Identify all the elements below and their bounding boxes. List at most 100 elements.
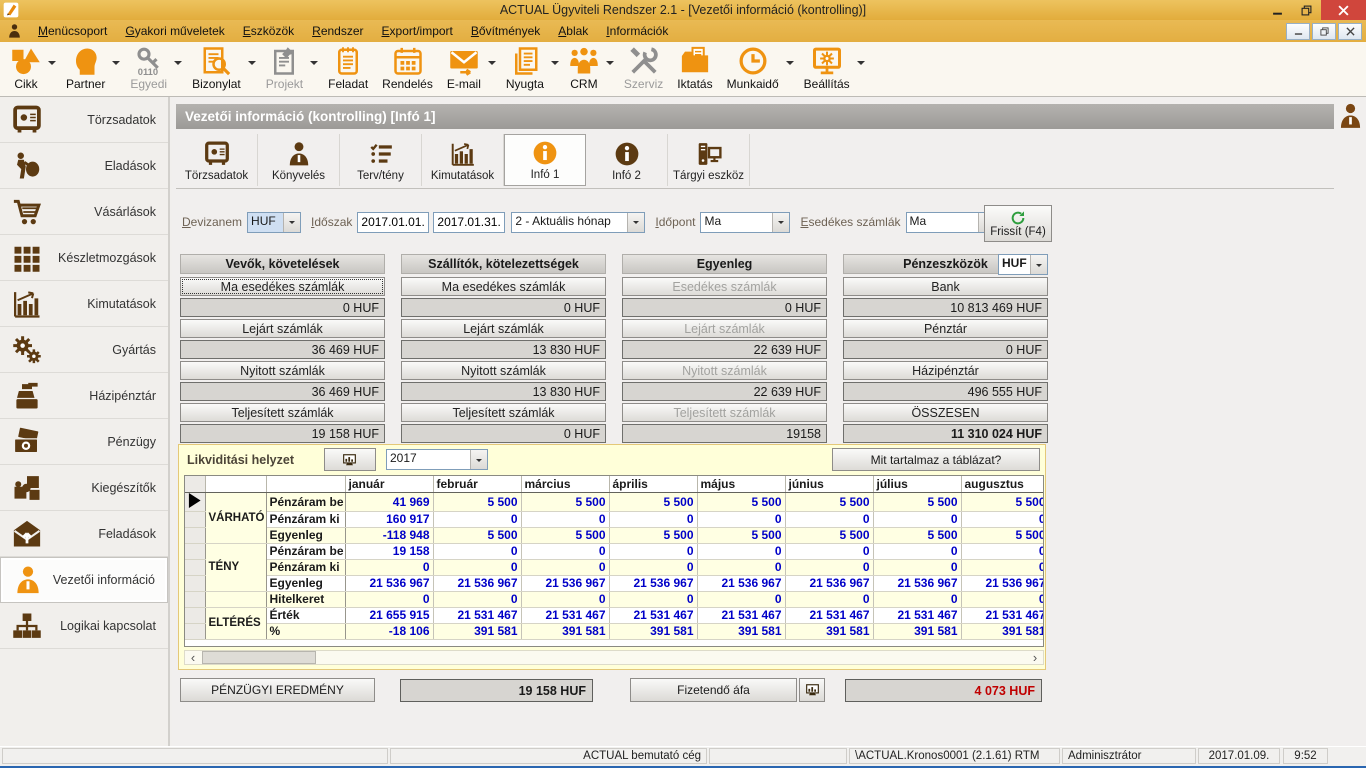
- month-column-header[interactable]: március: [521, 476, 609, 492]
- table-cell[interactable]: 5 500: [785, 492, 873, 511]
- liquidity-chart-button[interactable]: [324, 448, 376, 471]
- panel-button-penztar[interactable]: Pénztár: [843, 319, 1048, 338]
- dropdown-arrow-icon[interactable]: [48, 61, 56, 69]
- period-select[interactable]: 2 - Aktuális hónap: [511, 212, 645, 233]
- month-column-header[interactable]: május: [697, 476, 785, 492]
- table-cell[interactable]: 0: [609, 543, 697, 559]
- month-column-header[interactable]: január: [345, 476, 433, 492]
- table-cell[interactable]: 21 536 967: [609, 575, 697, 591]
- tab-konyveles[interactable]: Könyvelés: [258, 134, 340, 186]
- table-cell[interactable]: 5 500: [873, 492, 961, 511]
- table-cell[interactable]: 0: [609, 559, 697, 575]
- mdi-minimize-button[interactable]: [1286, 23, 1310, 40]
- table-cell[interactable]: 21 536 967: [345, 575, 433, 591]
- panel-button-osszesen[interactable]: ÖSSZESEN: [843, 403, 1048, 422]
- table-cell[interactable]: -18 106: [345, 623, 433, 639]
- table-cell[interactable]: 0: [873, 511, 961, 527]
- sidebar-item-eladasok[interactable]: Eladások: [0, 143, 168, 189]
- menu-item-informaciok[interactable]: Információk: [597, 21, 677, 41]
- sidebar-item-vezetoi-informacio[interactable]: Vezetői információ: [0, 557, 168, 603]
- table-cell[interactable]: 21 536 967: [785, 575, 873, 591]
- table-cell[interactable]: 0: [697, 543, 785, 559]
- tab-targyi-eszkoz[interactable]: Tárgyi eszköz: [668, 134, 750, 186]
- table-cell[interactable]: 0: [697, 511, 785, 527]
- table-cell[interactable]: 391 581: [785, 623, 873, 639]
- menu-item-gyakori-muveletek[interactable]: Gyakori műveletek: [116, 21, 233, 41]
- menu-item-ablak[interactable]: Ablak: [549, 21, 597, 41]
- fizetendo-afa-button[interactable]: Fizetendő áfa: [630, 678, 797, 702]
- table-cell[interactable]: 0: [697, 559, 785, 575]
- tab-torzsadatok[interactable]: Törzsadatok: [176, 134, 258, 186]
- scroll-left-button[interactable]: ‹: [185, 652, 201, 664]
- table-cell[interactable]: 5 500: [433, 527, 521, 543]
- scroll-thumb[interactable]: [202, 651, 316, 664]
- table-cell[interactable]: 0: [697, 591, 785, 607]
- table-cell[interactable]: 0: [609, 591, 697, 607]
- row-selector[interactable]: [185, 607, 205, 623]
- menu-item-bovitmenyek[interactable]: Bővítmények: [462, 21, 549, 41]
- table-cell[interactable]: 0: [433, 511, 521, 527]
- table-cell[interactable]: 41 969: [345, 492, 433, 511]
- scroll-right-button[interactable]: ›: [1027, 652, 1043, 664]
- sidebar-item-kiegeszitok[interactable]: Kiegészítők: [0, 465, 168, 511]
- table-cell[interactable]: 0: [785, 591, 873, 607]
- panel-button-teljesitett-szamlak[interactable]: Teljesített számlák: [180, 403, 385, 422]
- table-cell[interactable]: 0: [873, 543, 961, 559]
- sidebar-item-penzugy[interactable]: Pénzügy: [0, 419, 168, 465]
- table-cell[interactable]: 21 531 467: [873, 607, 961, 623]
- dropdown-arrow-icon[interactable]: [248, 61, 256, 69]
- afa-chart-button[interactable]: [799, 678, 825, 702]
- table-cell[interactable]: 0: [961, 511, 1044, 527]
- panel-button-nyitott-szamlak[interactable]: Nyitott számlák: [180, 361, 385, 380]
- table-cell[interactable]: 5 500: [433, 492, 521, 511]
- date-to-input[interactable]: [433, 212, 505, 233]
- table-cell[interactable]: 160 917: [345, 511, 433, 527]
- table-cell[interactable]: 0: [961, 543, 1044, 559]
- sidebar-item-gyartas[interactable]: Gyártás: [0, 327, 168, 373]
- table-cell[interactable]: 0: [785, 543, 873, 559]
- row-selector[interactable]: [185, 543, 205, 559]
- close-button[interactable]: [1321, 0, 1366, 20]
- month-column-header[interactable]: április: [609, 476, 697, 492]
- table-cell[interactable]: 5 500: [697, 492, 785, 511]
- table-cell[interactable]: 391 581: [873, 623, 961, 639]
- row-selector[interactable]: [185, 527, 205, 543]
- table-cell[interactable]: 5 500: [521, 492, 609, 511]
- table-cell[interactable]: 0: [873, 559, 961, 575]
- table-cell[interactable]: 391 581: [433, 623, 521, 639]
- month-column-header[interactable]: február: [433, 476, 521, 492]
- tab-info-2[interactable]: Infó 2: [586, 134, 668, 186]
- row-selector[interactable]: [185, 591, 205, 607]
- table-cell[interactable]: 21 531 467: [433, 607, 521, 623]
- table-cell[interactable]: 0: [521, 511, 609, 527]
- table-cell[interactable]: 0: [785, 559, 873, 575]
- toolbar-item-feladat[interactable]: Feladat: [321, 45, 375, 92]
- table-cell[interactable]: 0: [961, 559, 1044, 575]
- dropdown-arrow-icon[interactable]: [551, 61, 559, 69]
- table-cell[interactable]: 0: [521, 543, 609, 559]
- table-cell[interactable]: -118 948: [345, 527, 433, 543]
- esedekes-select[interactable]: Ma: [906, 212, 996, 233]
- refresh-button[interactable]: Frissít (F4): [984, 205, 1052, 242]
- panel-button-ma-esedekes-szamlak[interactable]: Ma esedékes számlák: [401, 277, 606, 296]
- table-cell[interactable]: 0: [433, 559, 521, 575]
- table-cell[interactable]: 0: [433, 591, 521, 607]
- toolbar-item-munkaido[interactable]: Munkaidő: [720, 45, 786, 92]
- month-column-header[interactable]: augusztus: [961, 476, 1044, 492]
- table-cell[interactable]: 0: [785, 511, 873, 527]
- restore-button[interactable]: [1292, 0, 1321, 20]
- menu-item-menucsoport[interactable]: Menücsoport: [29, 21, 116, 41]
- mdi-close-button[interactable]: [1338, 23, 1362, 40]
- table-hscrollbar[interactable]: ‹ ›: [184, 650, 1044, 665]
- mdi-restore-button[interactable]: [1312, 23, 1336, 40]
- table-cell[interactable]: 21 531 467: [697, 607, 785, 623]
- panel-button-ma-esedekes-szamlak[interactable]: Ma esedékes számlák: [180, 277, 385, 296]
- menu-item-rendszer[interactable]: Rendszer: [303, 21, 372, 41]
- sidebar-item-hazipenztar[interactable]: Házipénztár: [0, 373, 168, 419]
- month-column-header[interactable]: június: [785, 476, 873, 492]
- month-column-header[interactable]: július: [873, 476, 961, 492]
- toolbar-item-nyugta[interactable]: Nyugta: [499, 45, 551, 92]
- table-cell[interactable]: 0: [345, 559, 433, 575]
- devizanem-select[interactable]: HUF: [247, 212, 301, 233]
- table-cell[interactable]: 5 500: [961, 492, 1044, 511]
